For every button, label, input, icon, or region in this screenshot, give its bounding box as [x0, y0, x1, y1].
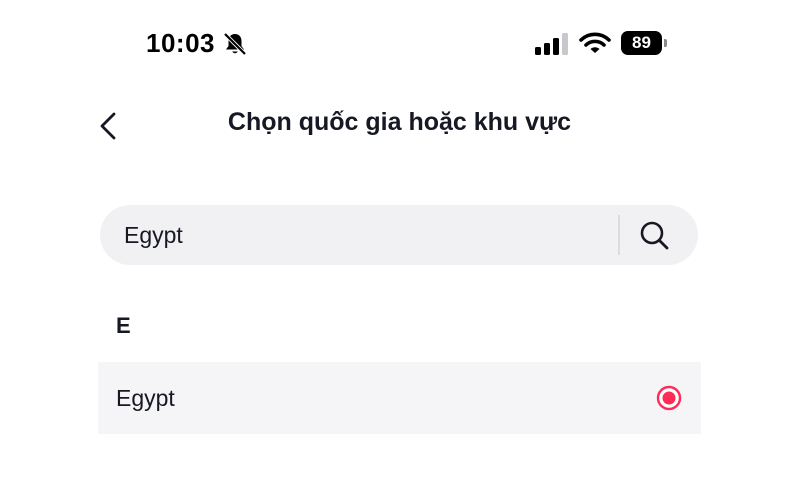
- battery-level: 89: [632, 33, 651, 52]
- battery-icon: 89: [621, 31, 669, 55]
- search-input[interactable]: [124, 205, 604, 265]
- page-title: Chọn quốc gia hoặc khu vực: [227, 108, 572, 136]
- section-header: E: [116, 313, 131, 338]
- search-divider: [618, 215, 620, 255]
- battery-cap: [664, 39, 667, 47]
- search-icon[interactable]: [635, 217, 675, 253]
- status-bar: 10:03 89: [0, 0, 799, 88]
- country-label: Egypt: [116, 385, 175, 411]
- cellular-signal-icon: [535, 33, 568, 55]
- radio-selected-icon[interactable]: [656, 385, 682, 411]
- search-bar: [100, 205, 698, 265]
- country-item-egypt[interactable]: Egypt: [98, 362, 701, 434]
- bell-slash-icon: [223, 32, 247, 56]
- status-time: 10:03: [146, 28, 215, 58]
- wifi-icon: [579, 32, 611, 53]
